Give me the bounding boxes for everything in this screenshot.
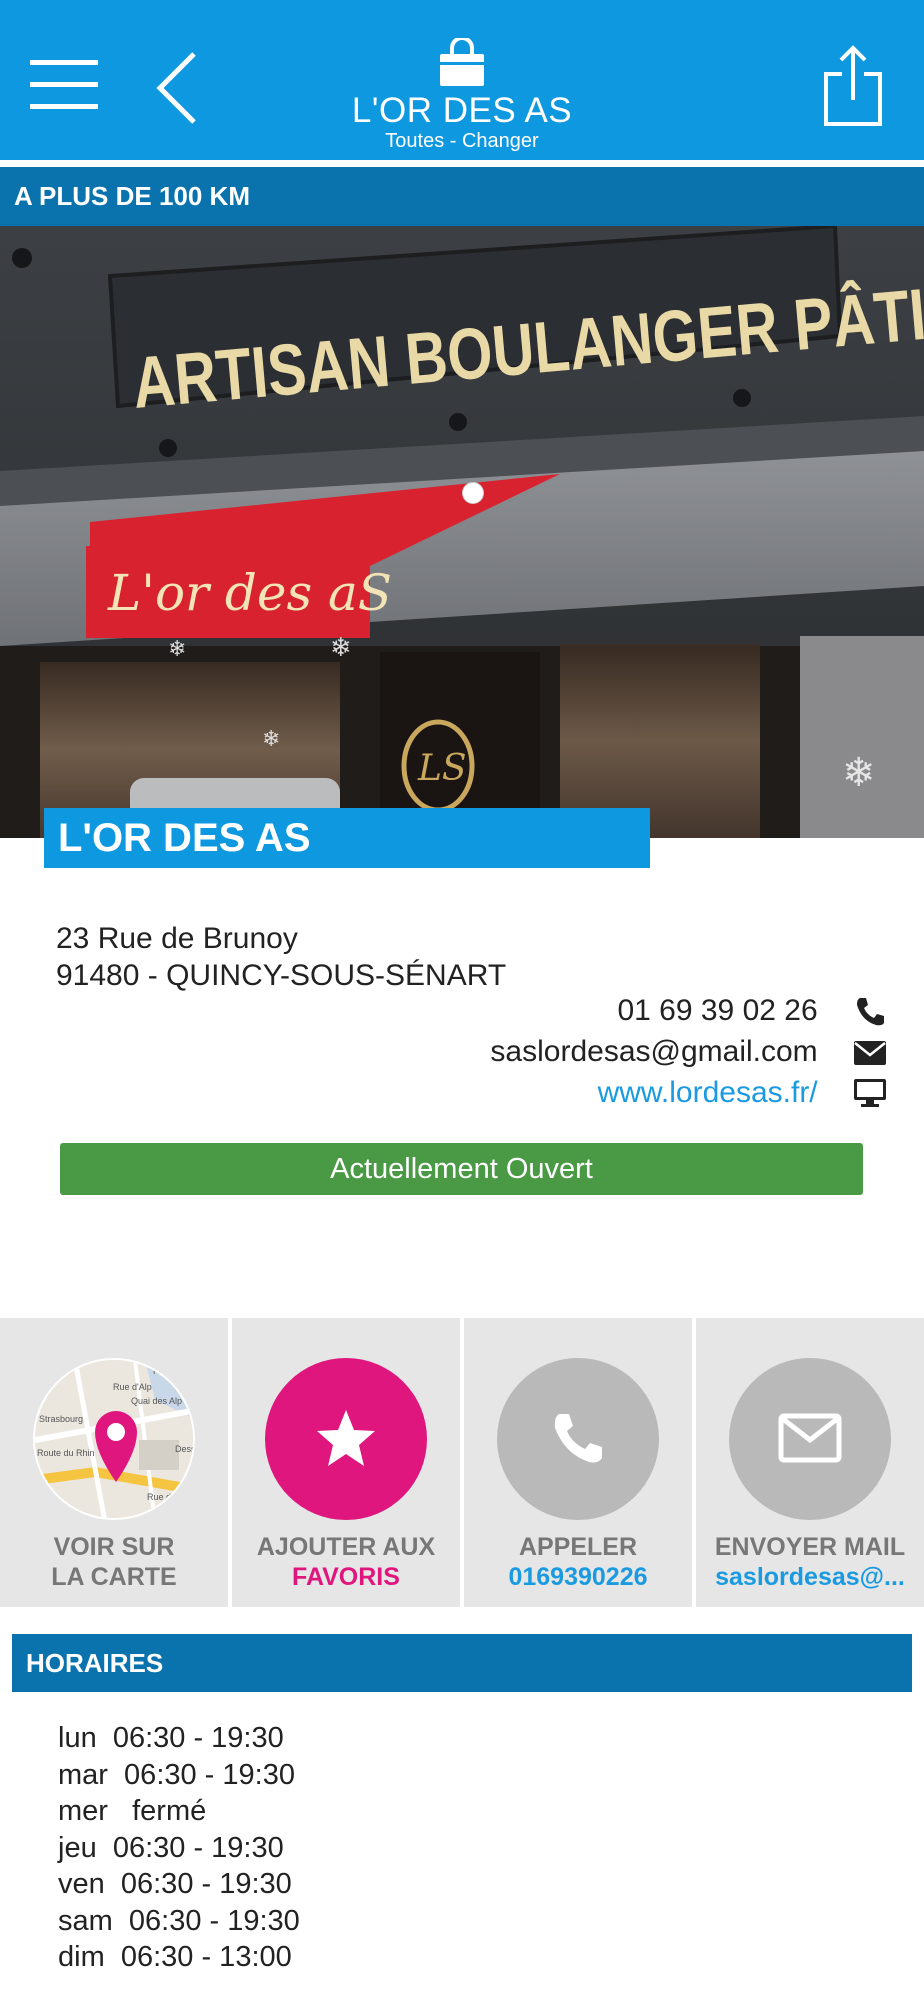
map-label-route: Route du Rhin [37, 1448, 95, 1458]
action-call-line2: 0169390226 [508, 1563, 648, 1591]
map-label-quai: Quai des Alp [131, 1396, 182, 1406]
email-address[interactable]: saslordesas@gmail.com [490, 1032, 817, 1072]
awning-text: L'or des aS [107, 564, 392, 622]
action-map-line1: VOIR SUR [53, 1533, 175, 1561]
action-send-mail[interactable]: ENVOYER MAIL saslordesas@... [696, 1318, 924, 1607]
svg-text:❄: ❄ [842, 751, 876, 795]
hours-row: lun 06:30 - 19:30 [58, 1722, 284, 1754]
svg-text:❄: ❄ [168, 636, 186, 661]
address-line-2: 91480 - QUINCY-SOUS-SÉNART [56, 959, 507, 992]
share-button[interactable] [818, 44, 888, 134]
phone-number[interactable]: 01 69 39 02 26 [617, 991, 817, 1031]
header-subtitle[interactable]: Toutes - Changer [300, 130, 624, 152]
mail-circle [729, 1358, 891, 1520]
action-view-map[interactable]: Strasbourg Route du Rhin Quai des Alp Ru… [0, 1318, 228, 1607]
phone-icon [857, 998, 884, 1026]
website-row[interactable]: www.lordesas.fr/ [188, 1072, 888, 1113]
carousel-dot[interactable] [462, 482, 484, 504]
address-line-1: 23 Rue de Brunoy [56, 922, 298, 955]
shop-address: 23 Rue de Brunoy 91480 - QUINCY-SOUS-SÉN… [56, 920, 506, 994]
hours-list: lun 06:30 - 19:30 mar 06:30 - 19:30 mer … [58, 1720, 300, 1976]
action-call[interactable]: APPELER 0169390226 [464, 1318, 692, 1607]
desktop-icon [854, 1079, 886, 1108]
action-favorite-line2: FAVORIS [292, 1563, 400, 1591]
header-title: L'OR DES AS [351, 91, 573, 130]
action-call-line1: APPELER [518, 1533, 638, 1561]
chevron-left-icon [156, 52, 196, 124]
hours-header: HORAIRES [12, 1634, 912, 1692]
hours-row: mar 06:30 - 19:30 [58, 1758, 295, 1791]
shopping-bag-icon [440, 38, 484, 86]
back-button[interactable] [150, 50, 210, 125]
hamburger-icon[interactable] [30, 56, 100, 116]
map-label-rue: Rue de M [147, 1492, 186, 1502]
shop-name-badge: L'OR DES AS [44, 808, 650, 868]
website-link[interactable]: www.lordesas.fr/ [598, 1073, 818, 1113]
map-label-rue-alp: Rue d'Alp [113, 1382, 152, 1392]
hours-row: jeu 06:30 - 19:30 [58, 1831, 284, 1864]
open-status-bar: Actuellement Ouvert [60, 1143, 863, 1195]
favorite-circle [265, 1358, 427, 1520]
phone-row[interactable]: 01 69 39 02 26 [188, 990, 888, 1031]
share-icon [824, 45, 882, 126]
action-mail-line1: ENVOYER MAIL [714, 1533, 906, 1561]
map-label-parc: Parc [153, 1366, 172, 1376]
hours-row: ven 06:30 - 19:30 [58, 1868, 292, 1900]
app-header: L'OR DES AS Toutes - Changer [0, 0, 924, 160]
mail-icon [854, 1041, 886, 1066]
action-map-line2: LA CARTE [51, 1563, 177, 1591]
mail-icon [778, 1413, 842, 1463]
action-favorite-line1: AJOUTER AUX [256, 1533, 436, 1561]
call-circle [497, 1358, 659, 1520]
map-label-strasbourg: Strasbourg [39, 1414, 83, 1424]
shop-photo: ARTISAN BOULANGER PÂTISSIER L'or des aS … [0, 226, 924, 838]
hours-row: sam 06:30 - 19:30 [58, 1904, 300, 1937]
svg-text:❄: ❄ [262, 726, 280, 751]
star-icon [317, 1410, 375, 1466]
map-label-dess: Dess [175, 1444, 195, 1454]
action-add-favorite[interactable]: AJOUTER AUX FAVORIS [232, 1318, 460, 1607]
header-brand[interactable]: L'OR DES AS Toutes - Changer [300, 38, 624, 152]
action-tiles: Strasbourg Route du Rhin Quai des Alp Ru… [0, 1318, 924, 1607]
hours-row: dim 06:30 - 13:00 [58, 1941, 292, 1973]
action-mail-line2: saslordesas@... [715, 1563, 905, 1591]
door-emblem-text: LS [417, 748, 467, 789]
distance-bar: A PLUS DE 100 KM [0, 167, 924, 226]
email-row[interactable]: saslordesas@gmail.com [188, 1031, 888, 1072]
hours-row: mer fermé [58, 1795, 207, 1827]
map-thumbnail: Strasbourg Route du Rhin Quai des Alp Ru… [33, 1358, 195, 1520]
phone-icon [554, 1414, 602, 1463]
svg-text:❄: ❄ [330, 632, 352, 662]
